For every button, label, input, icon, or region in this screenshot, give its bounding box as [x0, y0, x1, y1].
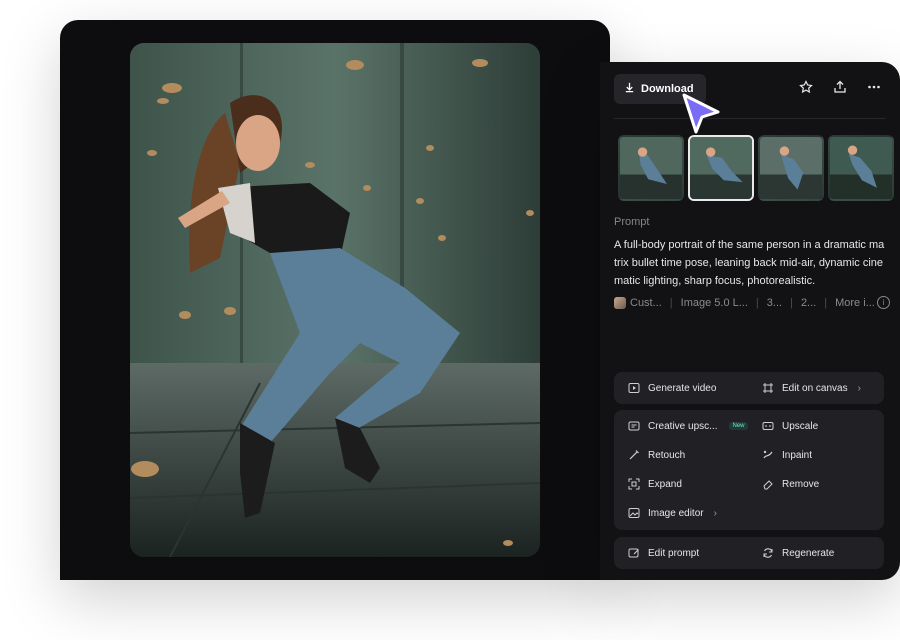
panel-toolbar: Download	[614, 74, 886, 104]
remove-label: Remove	[782, 478, 820, 490]
edit-on-canvas-label: Edit on canvas	[782, 382, 848, 394]
new-badge: New	[729, 422, 748, 430]
expand-icon	[628, 478, 640, 490]
inpaint-icon	[762, 449, 774, 461]
image-preview-card	[60, 20, 610, 580]
meta-more[interactable]: More i...	[835, 297, 875, 309]
image-details-panel: Download Prompt A full-body portrait of …	[600, 62, 900, 580]
creative-upscale-label: Creative upsc...	[648, 420, 718, 432]
inpaint-button[interactable]: Inpaint	[762, 449, 812, 461]
regenerate-label: Regenerate	[782, 547, 835, 559]
upscale-button[interactable]: Upscale	[762, 420, 818, 432]
creative-upscale-icon	[628, 420, 640, 432]
regenerate-button[interactable]: Regenerate	[762, 547, 834, 559]
star-icon[interactable]	[798, 79, 814, 95]
style-thumbnail-icon	[614, 296, 626, 309]
edit-on-canvas-button[interactable]: Edit on canvas ›	[762, 382, 861, 394]
pointer-cursor-icon	[682, 93, 720, 134]
chevron-right-icon: ›	[857, 382, 861, 394]
video-canvas-actions: Generate video Edit on canvas ›	[614, 372, 884, 404]
image-editor-label: Image editor	[648, 507, 704, 519]
retouch-icon	[628, 449, 640, 461]
prompt-actions: Edit prompt Regenerate	[614, 537, 884, 569]
upscale-icon	[762, 420, 774, 432]
thumbnail-selected[interactable]	[688, 135, 754, 201]
image-editor-button[interactable]: Image editor ›	[628, 507, 717, 519]
eraser-icon	[762, 478, 774, 490]
generated-image[interactable]	[130, 43, 540, 557]
prompt-label: Prompt	[614, 216, 650, 228]
share-icon[interactable]	[832, 79, 848, 95]
canvas-icon	[762, 382, 774, 394]
thumbnail[interactable]	[758, 135, 824, 201]
info-icon[interactable]: i	[877, 296, 890, 309]
regenerate-icon	[762, 547, 774, 559]
more-icon[interactable]	[866, 79, 882, 95]
photo-illustration	[130, 43, 540, 557]
prompt-text: A full-body portrait of the same person …	[614, 239, 885, 287]
meta-count: 3...	[766, 296, 783, 309]
inpaint-label: Inpaint	[782, 449, 813, 461]
meta-ratio: 2...	[800, 296, 817, 309]
generate-video-label: Generate video	[648, 382, 717, 394]
edit-prompt-button[interactable]: Edit prompt	[628, 547, 699, 559]
thumbnail[interactable]	[618, 135, 684, 201]
thumbnail[interactable]	[828, 135, 894, 201]
edit-prompt-label: Edit prompt	[648, 547, 700, 559]
chevron-right-icon: ›	[713, 507, 717, 519]
meta-model: Image 5.0 L...	[680, 296, 748, 309]
edit-prompt-icon	[628, 547, 640, 559]
upscale-label: Upscale	[782, 420, 819, 432]
retouch-button[interactable]: Retouch	[628, 449, 685, 461]
image-editor-icon	[628, 507, 640, 519]
video-icon	[628, 382, 640, 394]
image-edit-actions: Creative upsc... New Upscale Retouch Inp…	[614, 410, 884, 530]
expand-button[interactable]: Expand	[628, 478, 682, 490]
expand-label: Expand	[648, 478, 682, 490]
thumbnail-strip	[618, 135, 894, 201]
creative-upscale-button[interactable]: Creative upsc... New	[628, 420, 748, 432]
remove-button[interactable]: Remove	[762, 478, 819, 490]
retouch-label: Retouch	[648, 449, 686, 461]
download-icon	[624, 82, 635, 96]
meta-style[interactable]: Cust...	[630, 297, 662, 309]
generate-video-button[interactable]: Generate video	[628, 382, 716, 394]
generation-meta: Cust... | Image 5.0 L... | 3... | 2... |…	[614, 296, 890, 309]
toolbar-divider	[614, 118, 886, 119]
